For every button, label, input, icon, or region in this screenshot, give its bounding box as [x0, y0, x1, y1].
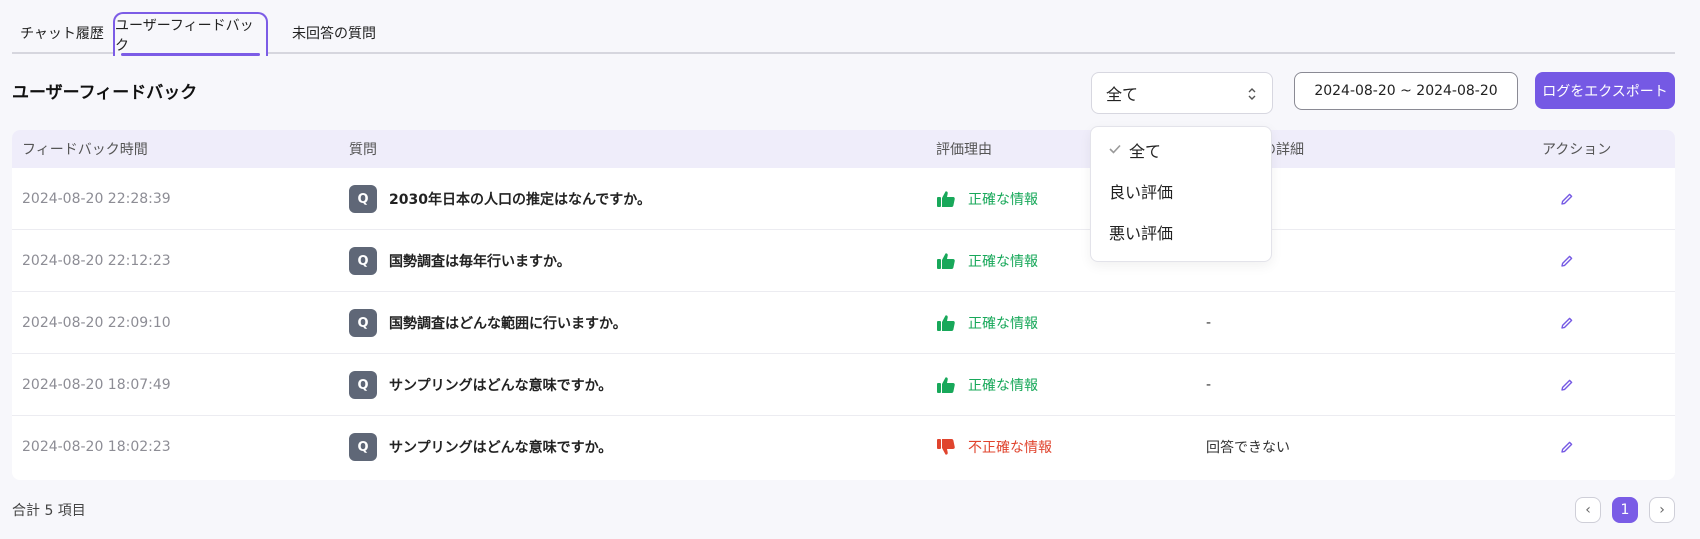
question-badge: Q: [349, 371, 377, 399]
feedback-time: 2024-08-20 18:07:49: [22, 377, 171, 393]
table-row: 2024-08-20 22:09:10 Q 国勢調査はどんな範囲に行いますか。 正確な…: [12, 292, 1675, 354]
reason-cell: 正確な情報: [936, 354, 1038, 416]
feedback-detail: 回答できない: [1206, 440, 1290, 456]
table-row: 2024-08-20 22:12:23 Q 国勢調査は毎年行いますか。 正確な情報: [12, 230, 1675, 292]
question-text: 国勢調査は毎年行いますか。: [389, 254, 571, 270]
table-row: 2024-08-20 18:07:49 Q サンプリングはどんな意味ですか。 正確な情…: [12, 354, 1675, 416]
table-row: 2024-08-20 18:02:23 Q サンプリングはどんな意味ですか。 不正確な…: [12, 416, 1675, 478]
reason-text: 正確な情報: [968, 192, 1038, 208]
pencil-icon[interactable]: [1560, 254, 1574, 268]
tab-bar: チャット履歴 ユーザーフィードバック 未回答の質問: [12, 12, 1675, 56]
check-icon: [1109, 143, 1123, 158]
header-reason: 評価理由: [936, 142, 992, 158]
question-text: 国勢調査はどんな範囲に行いますか。: [389, 316, 627, 332]
action-cell: [1542, 168, 1574, 230]
select-value: 全て: [1106, 85, 1139, 104]
header-question: 質問: [349, 142, 377, 158]
reason-cell: 不正確な情報: [936, 416, 1052, 478]
filter-option-label: 悪い評価: [1109, 224, 1174, 243]
question-badge: Q: [349, 247, 377, 275]
tab-chat-history[interactable]: チャット履歴: [12, 12, 112, 54]
reason-cell: 正確な情報: [936, 168, 1038, 230]
question-cell: Q 国勢調査はどんな範囲に行いますか。: [349, 292, 627, 354]
next-page-button[interactable]: ›: [1649, 497, 1675, 523]
question-cell: Q 2030年日本の人口の推定はなんですか。: [349, 168, 651, 230]
feedback-detail: -: [1206, 377, 1212, 393]
question-text: サンプリングはどんな意味ですか。: [389, 440, 613, 456]
feedback-table: フィードバック時間 質問 評価理由 ドバックの詳細 アクション 2024-08-…: [12, 130, 1675, 480]
reason-text: 正確な情報: [968, 378, 1038, 394]
question-text: 2030年日本の人口の推定はなんですか。: [389, 192, 651, 208]
filter-option-all[interactable]: 全て: [1091, 130, 1271, 170]
thumbs-down-icon: [936, 437, 968, 457]
pencil-icon[interactable]: [1560, 316, 1574, 330]
action-cell: [1542, 354, 1574, 416]
pencil-icon[interactable]: [1560, 192, 1574, 206]
page-1-button[interactable]: 1: [1612, 497, 1638, 523]
table-header: フィードバック時間 質問 評価理由 ドバックの詳細 アクション: [12, 130, 1675, 168]
export-log-button[interactable]: ログをエクスポート: [1535, 72, 1675, 109]
thumbs-up-icon: [936, 251, 968, 271]
question-cell: Q 国勢調査は毎年行いますか。: [349, 230, 571, 292]
thumbs-up-icon: [936, 189, 968, 209]
filter-option-good[interactable]: 良い評価: [1091, 171, 1271, 211]
reason-text: 正確な情報: [968, 254, 1038, 270]
action-cell: [1542, 230, 1574, 292]
rating-filter-select[interactable]: 全て: [1091, 72, 1273, 114]
feedback-detail: -: [1206, 315, 1212, 331]
feedback-time: 2024-08-20 22:28:39: [22, 191, 171, 207]
reason-cell: 正確な情報: [936, 292, 1038, 354]
header-feedback-time: フィードバック時間: [22, 142, 148, 158]
header-action: アクション: [1542, 142, 1612, 158]
pencil-icon[interactable]: [1560, 378, 1574, 392]
question-badge: Q: [349, 185, 377, 213]
thumbs-up-icon: [936, 375, 968, 395]
action-cell: [1542, 416, 1574, 478]
question-text: サンプリングはどんな意味ですか。: [389, 378, 613, 394]
tab-user-feedback[interactable]: ユーザーフィードバック: [113, 12, 268, 56]
reason-text: 正確な情報: [968, 316, 1038, 332]
feedback-time: 2024-08-20 22:09:10: [22, 315, 171, 331]
total-count: 合計 5 項目: [12, 503, 86, 519]
tab-unanswered[interactable]: 未回答の質問: [278, 12, 390, 54]
question-badge: Q: [349, 309, 377, 337]
question-cell: Q サンプリングはどんな意味ですか。: [349, 354, 612, 416]
feedback-time: 2024-08-20 18:02:23: [22, 439, 171, 455]
prev-page-button[interactable]: ‹: [1575, 497, 1601, 523]
page-title: ユーザーフィードバック: [12, 83, 198, 103]
filter-option-label: 良い評価: [1109, 183, 1174, 202]
question-badge: Q: [349, 433, 377, 461]
reason-text: 不正確な情報: [968, 440, 1052, 456]
filter-option-label: 全て: [1129, 142, 1162, 161]
filter-dropdown-menu: 全て 良い評価 悪い評価: [1090, 126, 1272, 262]
date-range-picker[interactable]: 2024-08-20 ~ 2024-08-20: [1294, 72, 1518, 110]
action-cell: [1542, 292, 1574, 354]
thumbs-up-icon: [936, 313, 968, 333]
question-cell: Q サンプリングはどんな意味ですか。: [349, 416, 612, 478]
chevron-updown-icon: [1246, 84, 1258, 104]
filter-option-bad[interactable]: 悪い評価: [1091, 212, 1271, 252]
pencil-icon[interactable]: [1560, 440, 1574, 454]
reason-cell: 正確な情報: [936, 230, 1038, 292]
feedback-time: 2024-08-20 22:12:23: [22, 253, 171, 269]
table-row: 2024-08-20 22:28:39 Q 2030年日本の人口の推定はなんですか。…: [12, 168, 1675, 230]
